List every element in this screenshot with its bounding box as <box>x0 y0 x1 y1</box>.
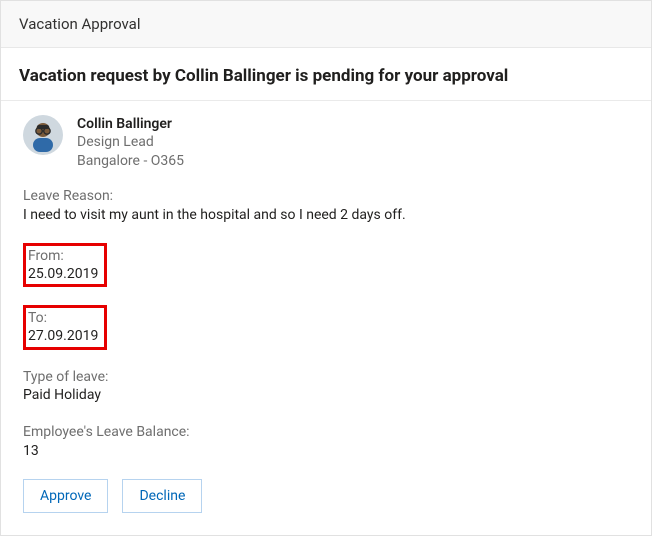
requester-meta: Collin Ballinger Design Lead Bangalore -… <box>77 115 184 171</box>
requester-location: Bangalore - O365 <box>77 152 184 171</box>
leave-reason-value: I need to visit my aunt in the hospital … <box>23 206 629 225</box>
subject-text: Vacation request by Collin Ballinger is … <box>19 66 633 86</box>
leave-balance-field: Employee's Leave Balance: 13 <box>23 423 629 461</box>
leave-type-value: Paid Holiday <box>23 386 629 405</box>
card-header: Vacation Approval <box>1 1 651 48</box>
leave-balance-label: Employee's Leave Balance: <box>23 423 629 442</box>
to-date-highlight: To: 27.09.2019 <box>23 305 107 349</box>
leave-balance-value: 13 <box>23 442 629 461</box>
avatar-icon <box>23 115 63 155</box>
approve-button[interactable]: Approve <box>23 479 108 513</box>
avatar <box>23 115 63 155</box>
leave-type-label: Type of leave: <box>23 368 629 387</box>
requester-name: Collin Ballinger <box>77 115 184 133</box>
leave-reason-label: Leave Reason: <box>23 187 629 206</box>
card-content: Collin Ballinger Design Lead Bangalore -… <box>1 101 651 535</box>
requester-role: Design Lead <box>77 133 184 152</box>
requester-block: Collin Ballinger Design Lead Bangalore -… <box>23 115 629 171</box>
from-date-highlight: From: 25.09.2019 <box>23 243 107 287</box>
decline-button[interactable]: Decline <box>122 479 202 513</box>
to-date-label: To: <box>28 309 98 327</box>
from-date-value: 25.09.2019 <box>28 265 98 283</box>
vacation-approval-card: Vacation Approval Vacation request by Co… <box>0 0 652 536</box>
card-title: Vacation Approval <box>19 15 140 33</box>
from-date-label: From: <box>28 247 98 265</box>
leave-reason-field: Leave Reason: I need to visit my aunt in… <box>23 187 629 225</box>
subject-row: Vacation request by Collin Ballinger is … <box>1 48 651 101</box>
to-date-value: 27.09.2019 <box>28 327 98 345</box>
leave-type-field: Type of leave: Paid Holiday <box>23 368 629 406</box>
action-row: Approve Decline <box>23 479 629 513</box>
